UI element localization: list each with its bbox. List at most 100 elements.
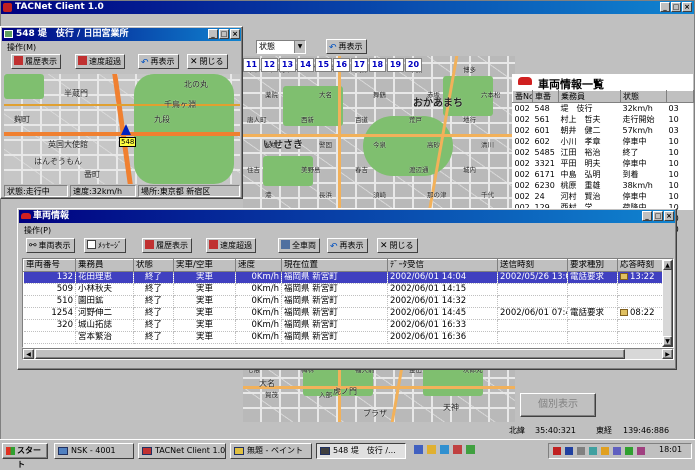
tray-icon[interactable] bbox=[589, 447, 597, 455]
vehicle-close-button[interactable]: ✕ 閉じる bbox=[377, 238, 418, 253]
column-header[interactable]: 現在位置 bbox=[281, 259, 388, 272]
all-vehicles-button[interactable]: 全車両 bbox=[278, 238, 320, 253]
history-button[interactable]: 履歴表示 bbox=[11, 54, 61, 69]
main-close-button[interactable]: × bbox=[682, 2, 692, 12]
list-item[interactable]: 002 561 村上 哲夫 走行開始 10 bbox=[513, 114, 694, 125]
page-tab-14[interactable]: 14 bbox=[297, 58, 314, 72]
column-header[interactable]: ﾃﾞｰﾀ受信 bbox=[387, 259, 498, 272]
tray-icon[interactable] bbox=[577, 447, 585, 455]
column-header[interactable]: 要求種別 bbox=[567, 259, 618, 272]
list-item[interactable]: 002 548 堤 伎行 32km/h 03 bbox=[513, 103, 694, 115]
tray-icon[interactable] bbox=[637, 447, 645, 455]
page-tab-18[interactable]: 18 bbox=[369, 58, 386, 72]
column-header[interactable]: 実車/空車 bbox=[173, 259, 236, 272]
tray-icon[interactable] bbox=[613, 447, 621, 455]
list-item[interactable]: 002 6171 中島 弘明 到着 10 bbox=[513, 169, 694, 180]
map-window-maximize-button[interactable]: □ bbox=[219, 29, 229, 39]
list-item[interactable]: 002 24 河村 賢治 停車中 10 bbox=[513, 191, 694, 202]
column-header[interactable]: 車番 bbox=[532, 90, 559, 103]
column-header[interactable]: 番No bbox=[512, 90, 533, 103]
filter-redraw-button[interactable]: ↶ 再表示 bbox=[326, 39, 367, 54]
vehicle-history-button[interactable]: 履歴表示 bbox=[142, 238, 192, 253]
tray-icon[interactable] bbox=[427, 445, 436, 454]
quick-launch bbox=[414, 445, 494, 457]
taskbar-item-paint[interactable]: 無題 - ペイント bbox=[230, 443, 312, 459]
clock[interactable]: 18:01 bbox=[659, 445, 682, 454]
column-header[interactable]: 乗務員 bbox=[558, 90, 621, 103]
map-label: 英国大使館 bbox=[48, 140, 88, 149]
page-tab-15[interactable]: 15 bbox=[315, 58, 332, 72]
list-item[interactable]: 002 601 朝井 健二 57km/h 03 bbox=[513, 125, 694, 136]
column-header[interactable]: 送信時刻 bbox=[497, 259, 568, 272]
scroll-up-button[interactable]: ▲ bbox=[663, 260, 672, 270]
table-row[interactable]: 宮本繁治 終了 実車 0Km/h 福岡県 新宮町 2002/06/01 16:36 bbox=[23, 331, 664, 344]
tray-icon[interactable] bbox=[440, 445, 449, 454]
page-tab-16[interactable]: 16 bbox=[333, 58, 350, 72]
tray-icon[interactable] bbox=[601, 447, 609, 455]
table-row[interactable]: 320 城山拓誌 終了 実車 0Km/h 福岡県 新宮町 2002/06/01 16:33 bbox=[23, 319, 664, 332]
page-tab-11[interactable]: 11 bbox=[243, 58, 260, 72]
scroll-thumb[interactable] bbox=[35, 349, 625, 359]
window-icon bbox=[4, 30, 13, 38]
main-minimize-button[interactable]: _ bbox=[660, 2, 670, 12]
list-item[interactable]: 002 6230 桃原 重雄 38km/h 10 bbox=[513, 180, 694, 191]
table-row[interactable]: 510 園田鉱 終了 実車 0Km/h 福岡県 新宮町 2002/06/01 14:32 bbox=[23, 295, 664, 308]
tray-icon[interactable] bbox=[466, 445, 475, 454]
taskbar-item-map[interactable]: 548 堤 伎行 /... bbox=[316, 443, 406, 459]
column-header[interactable]: 乗務員 bbox=[75, 259, 134, 272]
page-tab-20[interactable]: 20 bbox=[405, 58, 422, 72]
separate-display-label: 個別表示 bbox=[538, 399, 578, 410]
vehicle-marker[interactable]: 548 bbox=[119, 137, 137, 147]
main-maximize-button[interactable]: □ bbox=[671, 2, 681, 12]
overspeed-button[interactable]: 速度超過 bbox=[75, 54, 125, 69]
vehicle-overspeed-button[interactable]: 速度超過 bbox=[206, 238, 256, 253]
column-header[interactable]: 車両番号 bbox=[23, 259, 76, 272]
start-button[interactable]: スタート bbox=[2, 443, 48, 469]
tray-icon[interactable] bbox=[565, 447, 573, 455]
list-item[interactable]: 002 602 小川 孝章 停車中 10 bbox=[513, 136, 694, 147]
map-window-close-button[interactable]: × bbox=[230, 29, 240, 39]
vehicle-window-close-button[interactable]: × bbox=[664, 211, 674, 221]
tray-icon[interactable] bbox=[414, 445, 423, 454]
tray-icon[interactable] bbox=[453, 445, 462, 454]
page-tab-12[interactable]: 12 bbox=[261, 58, 278, 72]
column-header[interactable] bbox=[666, 90, 694, 103]
scroll-right-button[interactable]: ▶ bbox=[662, 349, 673, 359]
status-select[interactable]: 状態 ▼ bbox=[256, 40, 306, 54]
table-row[interactable]: 132 花田理恵 終了 実車 0Km/h 福岡県 新宮町 2002/06/01 14:04 2… bbox=[23, 271, 664, 284]
tray-icon[interactable] bbox=[553, 447, 561, 455]
vehicle-redraw-button[interactable]: ↶ 再表示 bbox=[327, 238, 368, 253]
column-header[interactable]: 応答時刻 bbox=[617, 259, 664, 272]
message-button[interactable]: ﾒｯｾｰｼﾞ bbox=[84, 238, 126, 253]
column-header[interactable]: 速度 bbox=[235, 259, 282, 272]
vehicle-window-maximize-button[interactable]: □ bbox=[653, 211, 663, 221]
table-cell: 0Km/h bbox=[235, 307, 282, 320]
vertical-scrollbar[interactable]: ▲ ▼ bbox=[662, 259, 673, 347]
tray-icon[interactable] bbox=[625, 447, 633, 455]
horizontal-scrollbar[interactable]: ◀ ▶ bbox=[22, 348, 674, 360]
vehicle-window-menu[interactable]: 操作(P) bbox=[24, 225, 51, 236]
page-tab-17[interactable]: 17 bbox=[351, 58, 368, 72]
list-item[interactable]: 002 5485 江田 裕治 終了 10 bbox=[513, 147, 694, 158]
scroll-left-button[interactable]: ◀ bbox=[23, 349, 34, 359]
scroll-down-button[interactable]: ▼ bbox=[663, 336, 672, 346]
table-cell: 終了 bbox=[133, 319, 174, 332]
taskbar-item-tacnet[interactable]: TACNet Client 1.0 bbox=[138, 443, 226, 459]
table-cell bbox=[497, 319, 568, 332]
page-tab-19[interactable]: 19 bbox=[387, 58, 404, 72]
message-label: ﾒｯｾｰｼﾞ bbox=[98, 241, 122, 250]
table-row[interactable]: 509 小林秋夫 終了 実車 0Km/h 福岡県 新宮町 2002/06/01 14:15 bbox=[23, 283, 664, 296]
vehicle-window-minimize-button[interactable]: _ bbox=[642, 211, 652, 221]
table-cell: 実車 bbox=[173, 307, 236, 320]
list-item[interactable]: 002 3321 平田 明夫 停車中 10 bbox=[513, 158, 694, 169]
column-header[interactable]: 状態 bbox=[133, 259, 174, 272]
map-close-button[interactable]: ✕ 閉じる bbox=[187, 54, 228, 69]
map-window-minimize-button[interactable]: _ bbox=[208, 29, 218, 39]
vehicle-display-button[interactable]: ⚯ 車両表示 bbox=[26, 238, 75, 253]
map-redraw-button[interactable]: ↶ 再表示 bbox=[138, 54, 179, 69]
taskbar-item-nsk[interactable]: NSK - 4001 bbox=[54, 443, 134, 459]
column-header[interactable]: 状態 bbox=[620, 90, 667, 103]
table-row[interactable]: 1254 河野伸二 終了 実車 0Km/h 福岡県 新宮町 2002/06/01 14:45… bbox=[23, 307, 664, 320]
separate-display-button[interactable]: 個別表示 bbox=[520, 393, 596, 417]
page-tab-13[interactable]: 13 bbox=[279, 58, 296, 72]
